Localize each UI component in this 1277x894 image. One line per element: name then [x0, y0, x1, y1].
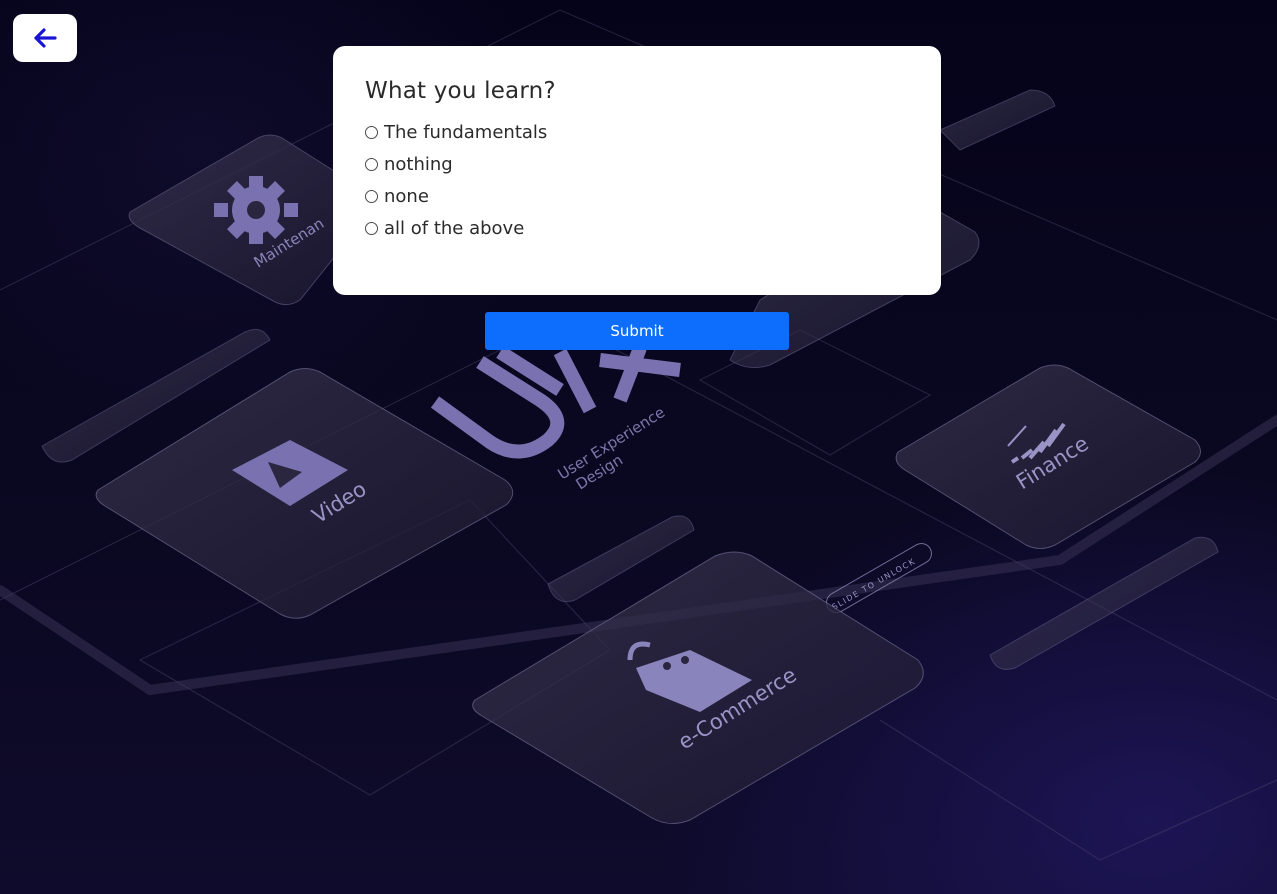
quiz-question: What you learn?: [365, 78, 556, 104]
answer-option-label: all of the above: [384, 217, 525, 239]
answer-option-label: The fundamentals: [384, 121, 548, 143]
radio-button[interactable]: [365, 158, 378, 171]
radio-button[interactable]: [365, 126, 378, 139]
page: Maintenan Video User Experience Design F…: [0, 0, 1277, 894]
finance-tile: Finance: [895, 364, 1201, 549]
answer-option[interactable]: all of the above: [365, 210, 909, 247]
submit-button[interactable]: Submit: [485, 312, 789, 350]
back-button[interactable]: [13, 14, 77, 62]
answer-option-label: none: [384, 185, 429, 207]
arrow-left-icon: [34, 28, 57, 48]
answer-options: The fundamentals nothing none all of the…: [365, 114, 909, 247]
answer-option-label: nothing: [384, 153, 453, 175]
radio-button[interactable]: [365, 190, 378, 203]
radio-button[interactable]: [365, 222, 378, 235]
quiz-card: What you learn? The fundamentals nothing…: [333, 46, 941, 295]
